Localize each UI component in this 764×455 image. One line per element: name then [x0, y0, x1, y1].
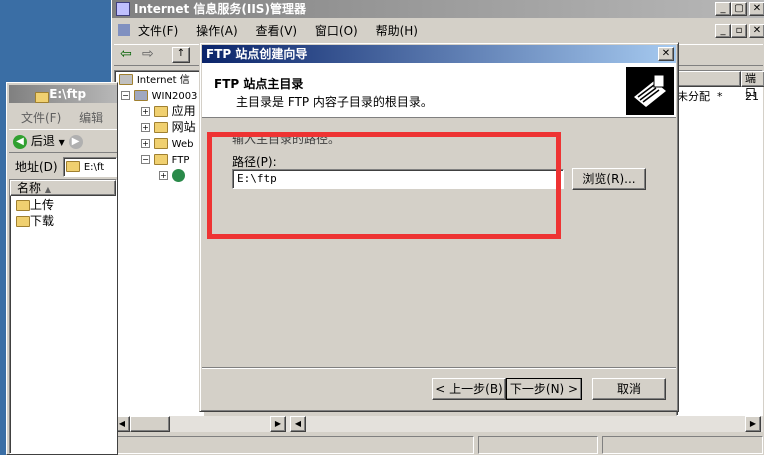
iis-statusbar	[114, 436, 763, 454]
folder-icon	[153, 122, 168, 133]
tree-item-server[interactable]: − WIN2003	[115, 87, 203, 103]
scroll-thumb[interactable]	[130, 416, 170, 432]
folder-icon	[35, 92, 49, 103]
status-cell	[478, 436, 598, 454]
iis-app-icon	[116, 2, 130, 16]
scroll-left-icon[interactable]: ◀	[290, 416, 306, 432]
globe-icon	[171, 169, 185, 182]
back-arrow-icon[interactable]: ⇦	[120, 46, 132, 62]
explorer-titlebar[interactable]: E:\ftp	[9, 85, 117, 103]
column-header-port[interactable]: 端口	[741, 71, 764, 99]
expand-icon[interactable]: +	[141, 139, 150, 148]
wizard-separator	[202, 367, 676, 369]
explorer-menu-edit[interactable]: 编辑	[79, 111, 103, 125]
iis-child-minimize-button[interactable]: _	[715, 24, 731, 38]
scroll-right-icon[interactable]: ▶	[270, 416, 286, 432]
address-input[interactable]: E:\ft	[63, 157, 117, 177]
folder-icon	[16, 216, 30, 227]
collapse-icon[interactable]: −	[121, 91, 130, 100]
tree-item-websites[interactable]: + 网站	[115, 119, 203, 135]
explorer-address-bar: 地址(D)	[15, 157, 58, 177]
tree-item-apppools[interactable]: + 应用	[115, 103, 203, 119]
cancel-button[interactable]: 取消	[592, 378, 666, 400]
iis-menu-file[interactable]: 文件(F)	[138, 24, 178, 38]
dropdown-arrow-icon[interactable]: ▼	[59, 138, 65, 147]
iis-menu-help[interactable]: 帮助(H)	[376, 24, 418, 38]
iis-menubar: 文件(F) 操作(A) 查看(V) 窗口(O) 帮助(H)	[138, 22, 432, 40]
row-port: 21	[745, 90, 759, 103]
explorer-back-button[interactable]: 后退	[31, 134, 55, 148]
next-button[interactable]: 下一步(N) >	[506, 378, 582, 400]
browse-button[interactable]: 浏览(R)...	[572, 168, 646, 190]
iis-child-close-button[interactable]: ✕	[749, 24, 764, 38]
tree-item-ftp-site[interactable]: +	[115, 167, 203, 183]
iis-horizontal-scrollbar[interactable]: ◀ ▶ ◀ ▶	[114, 416, 763, 432]
iis-maximize-button[interactable]: ▢	[731, 2, 747, 16]
wizard-heading: FTP 站点主目录	[214, 77, 304, 91]
forward-icon[interactable]: ▶	[68, 134, 83, 149]
folder-icon	[66, 161, 80, 172]
list-row[interactable]: 未分配 * 21	[677, 89, 764, 105]
wizard-subheading: 主目录是 FTP 内容子目录的根目录。	[236, 95, 433, 109]
tree-item-webext[interactable]: + Web	[115, 135, 203, 151]
server-icon	[133, 90, 148, 101]
highlight-box	[207, 132, 561, 239]
computer-icon	[119, 74, 133, 85]
forward-arrow-icon[interactable]: ⇨	[142, 46, 154, 62]
wizard-title: FTP 站点创建向导	[206, 47, 308, 61]
folder-icon	[16, 200, 30, 211]
expand-icon[interactable]: +	[141, 107, 150, 116]
explorer-title: E:\ftp	[49, 87, 87, 101]
wizard-header: FTP 站点主目录 主目录是 FTP 内容子目录的根目录。	[202, 63, 676, 118]
iis-tree-pane: Internet 信 − WIN2003 + 应用 + 网站 + Web − F…	[114, 70, 204, 416]
iis-doc-icon	[118, 24, 130, 36]
iis-child-restore-button[interactable]: ▫	[731, 24, 747, 38]
iis-titlebar[interactable]: Internet 信息服务(IIS)管理器	[112, 0, 764, 18]
explorer-menu-file[interactable]: 文件(F)	[21, 111, 61, 125]
row-status: 未分配	[677, 90, 710, 103]
expand-icon[interactable]: +	[141, 123, 150, 132]
address-label: 地址(D)	[15, 160, 58, 174]
column-header-name[interactable]: 名称 ▲	[10, 180, 116, 196]
list-item[interactable]: 下载	[16, 213, 54, 229]
wizard-close-button[interactable]: ✕	[658, 47, 674, 61]
iis-close-button[interactable]: ✕	[749, 2, 764, 16]
iis-menu-window[interactable]: 窗口(O)	[315, 24, 358, 38]
wizard-titlebar[interactable]: FTP 站点创建向导	[202, 45, 676, 63]
scroll-right-icon[interactable]: ▶	[745, 416, 761, 432]
status-cell	[114, 436, 474, 454]
iis-title: Internet 信息服务(IIS)管理器	[134, 2, 306, 16]
up-folder-icon[interactable]: ↑	[172, 47, 190, 63]
status-cell	[602, 436, 763, 454]
folder-icon	[153, 138, 168, 149]
explorer-toolbar: ◀ 后退 ▼ ▶	[9, 129, 117, 153]
iis-menu-action[interactable]: 操作(A)	[196, 24, 238, 38]
explorer-file-list: 名称 ▲ 上传 下载	[9, 179, 117, 454]
list-item[interactable]: 上传	[16, 197, 54, 213]
back-button[interactable]: < 上一步(B)	[432, 378, 506, 400]
iis-minimize-button[interactable]: _	[715, 2, 731, 16]
wizard-logo-icon	[626, 67, 674, 115]
iis-list-pane: 端口 未分配 * 21	[676, 70, 764, 416]
sort-up-icon: ▲	[44, 185, 51, 194]
row-star: *	[717, 90, 723, 103]
explorer-window: E:\ftp 文件(F) 编辑 ◀ 后退 ▼ ▶ 地址(D) E:\ft 名称 …	[6, 82, 118, 455]
tree-item-internet[interactable]: Internet 信	[115, 71, 203, 87]
back-icon[interactable]: ◀	[13, 134, 27, 149]
folder-icon	[153, 106, 168, 117]
folder-icon	[153, 154, 168, 165]
iis-menu-view[interactable]: 查看(V)	[256, 24, 298, 38]
collapse-icon[interactable]: −	[141, 155, 150, 164]
explorer-menubar: 文件(F) 编辑	[21, 109, 117, 126]
tree-item-ftp[interactable]: − FTP	[115, 151, 203, 167]
column-header-ip[interactable]	[677, 71, 741, 87]
expand-icon[interactable]: +	[159, 171, 168, 180]
